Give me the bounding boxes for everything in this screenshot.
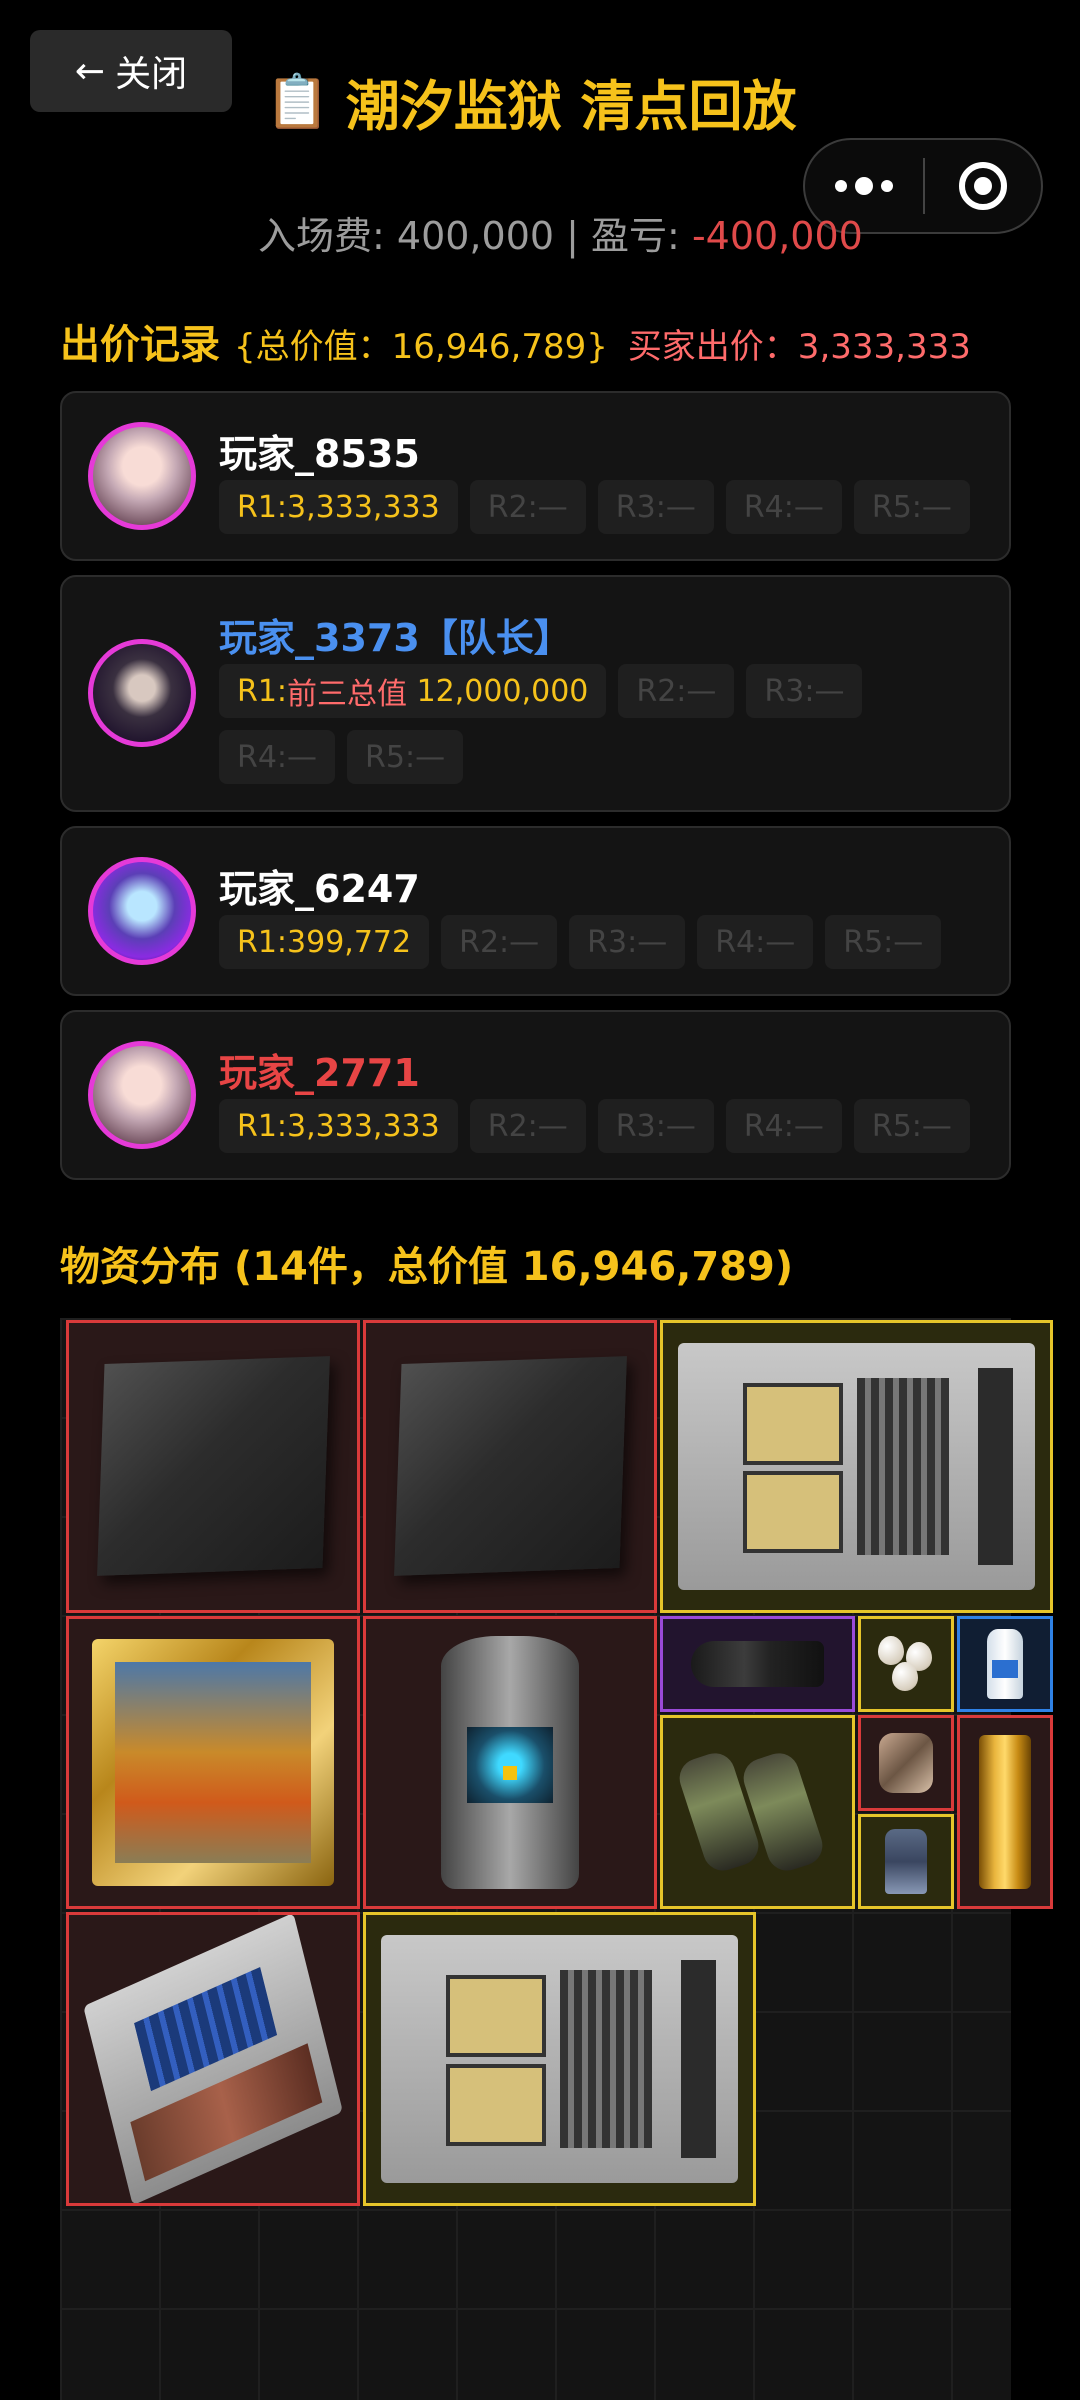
round-chip: R5:— [347, 730, 464, 784]
fee-label: 入场费: [258, 214, 385, 258]
round-chip: R1:3,333,333 [219, 1099, 458, 1153]
bids-section-title: 出价记录 {总价值：16,946,789} 买家出价：3,333,333 [60, 312, 971, 370]
clipboard-icon: 📋 [265, 72, 330, 132]
pnl-label: 盈亏: [591, 214, 680, 258]
round-chip: R2:— [469, 480, 586, 534]
fee-value: 400,000 [396, 214, 555, 258]
bid-card: 玩家_6247 R1:399,772 R2:— R3:— R4:— R5:— [60, 826, 1011, 996]
loot-item-camera-lens[interactable] [660, 1616, 855, 1712]
total-value: {总价值：16,946,789} [233, 327, 608, 367]
round-chips: R1:3,333,333 R2:— R3:— R4:— R5:— [219, 480, 979, 534]
round-chip: R4:— [725, 480, 842, 534]
loot-item-small-part[interactable] [858, 1814, 954, 1909]
loot-section-title: 物资分布 (14件，总价值 16,946,789) [60, 1244, 794, 1290]
round-chip: R3:— [569, 915, 686, 969]
round-chip: R5:— [853, 1099, 970, 1153]
loot-item-server-rack[interactable] [660, 1320, 1053, 1613]
target-circle-icon[interactable] [925, 162, 1041, 210]
bid-card: 玩家_2771 R1:3,333,333 R2:— R3:— R4:— R5:— [60, 1010, 1011, 1180]
page-title-text: 潮汐监狱 清点回放 [345, 75, 797, 138]
round-chip: R3:— [746, 664, 863, 718]
loot-item-gold-bar[interactable] [957, 1715, 1053, 1909]
bids-title: 出价记录 [60, 322, 220, 368]
more-dots-icon[interactable] [805, 177, 923, 195]
bid-card: 玩家_8535 R1:3,333,333 R2:— R3:— R4:— R5:— [60, 391, 1011, 561]
player-name: 玩家_2771 [219, 1051, 420, 1095]
pnl-value: -400,000 [691, 214, 863, 258]
round-chip: R3:— [597, 480, 714, 534]
avatar-neon-icon [88, 857, 196, 965]
round-chip: R5:— [825, 915, 942, 969]
avatar-boy-icon [88, 639, 196, 747]
loot-item-medicine-bottle[interactable] [957, 1616, 1053, 1712]
close-label: 关闭 [115, 54, 188, 95]
avatar-girl-icon [88, 422, 196, 530]
round-chip: R4:— [725, 1099, 842, 1153]
loot-item-server-board[interactable] [66, 1912, 360, 2206]
loot-item-carbon-plate[interactable] [66, 1320, 360, 1613]
loot-item-reactor-core[interactable] [363, 1616, 657, 1909]
loot-item-carbon-plate[interactable] [363, 1320, 657, 1613]
round-chips: R1:3,333,333 R2:— R3:— R4:— R5:— [219, 1099, 979, 1153]
fee-separator: | [566, 214, 579, 258]
round-chip: R1:3,333,333 [219, 480, 458, 534]
bid-card: 玩家_3373【队长】 R1: 前三总值 12,000,000 R2:— R3:—… [60, 575, 1011, 812]
round-chip: R3:— [597, 1099, 714, 1153]
player-name: 玩家_8535 [219, 432, 420, 476]
player-name: 玩家_6247 [219, 867, 420, 911]
round-chip: R2:— [618, 664, 735, 718]
player-name: 玩家_3373【队长】 [219, 616, 572, 660]
round-chip: R1:399,772 [219, 915, 430, 969]
round-chip: R4:— [219, 730, 336, 784]
close-button[interactable]: ← 关闭 [30, 30, 232, 112]
loot-item-server-rack[interactable] [363, 1912, 756, 2206]
page-title: 📋 潮汐监狱 清点回放 [265, 62, 797, 141]
round-chip: R4:— [697, 915, 814, 969]
loot-item-oil-painting[interactable] [66, 1616, 360, 1909]
back-arrow-icon: ← [74, 50, 106, 92]
avatar-girl-icon [88, 1041, 196, 1149]
round-chip: R5:— [853, 480, 970, 534]
buyer-bid: 买家出价：3,333,333 [627, 327, 971, 367]
loot-item-binoculars[interactable] [660, 1715, 855, 1909]
round-chip: R2:— [469, 1099, 586, 1153]
round-chip: R1: 前三总值 12,000,000 [219, 664, 607, 718]
loot-item-gadget[interactable] [858, 1715, 954, 1811]
fee-summary: 入场费: 400,000 | 盈亏: -400,000 [258, 205, 863, 260]
round-chips: R1:399,772 R2:— R3:— R4:— R5:— [219, 915, 979, 969]
round-chips: R1: 前三总值 12,000,000 R2:— R3:— R4:— R5:— [219, 664, 979, 784]
loot-item-pearls[interactable] [858, 1616, 954, 1712]
round-chip: R2:— [441, 915, 558, 969]
